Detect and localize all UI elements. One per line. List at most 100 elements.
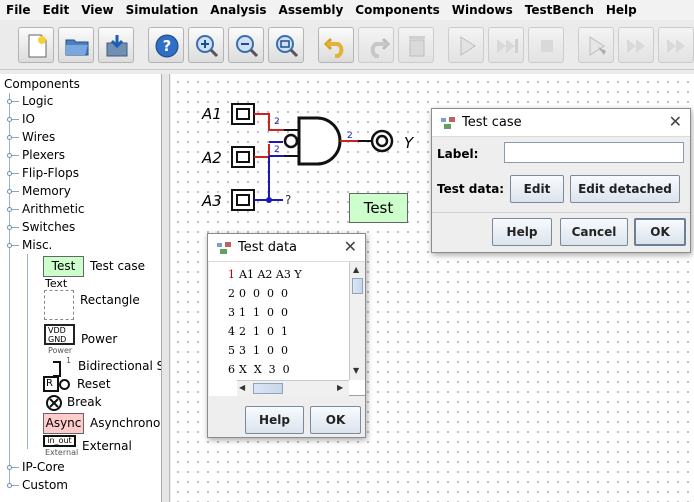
menu-view[interactable]: View (75, 0, 119, 20)
tree-item-rectangle[interactable]: Rectangle (80, 293, 140, 307)
close-icon[interactable]: ✕ (669, 113, 682, 131)
stop-button[interactable] (528, 27, 564, 63)
tree-group-memory[interactable]: Memory (22, 184, 71, 198)
horizontal-scrollbar[interactable]: ◀ ▶ (237, 380, 349, 396)
scroll-right-icon[interactable]: ▶ (337, 383, 343, 392)
ok-button[interactable]: OK (634, 218, 686, 246)
tree-item-break[interactable]: Break (67, 395, 102, 409)
dialog-title-bar[interactable]: Test case ✕ (432, 109, 690, 137)
tree-item-bidirectional-split[interactable]: Bidirectional Sp (78, 359, 161, 373)
tree-connector (7, 153, 19, 158)
tree-group-ip-core[interactable]: IP-Core (22, 460, 65, 474)
tree-group-plexers[interactable]: Plexers (22, 148, 65, 162)
test-case-component-icon[interactable]: Test (43, 256, 84, 277)
test-data-dialog: Test data ✕ 1 2 3 4 5 6 A1 A2 A3 Y 0 0 0… (207, 233, 366, 438)
vertical-scroll-thumb[interactable] (352, 278, 363, 294)
tree-connector (7, 189, 19, 194)
menu-windows[interactable]: Windows (446, 0, 519, 20)
tree-item-test-case[interactable]: Test case (90, 259, 145, 273)
code-line[interactable]: X X 3 0 (239, 363, 290, 376)
cancel-button[interactable]: Cancel (560, 218, 628, 246)
redo-button[interactable] (358, 27, 394, 63)
help-button[interactable]: Help (492, 218, 552, 246)
menu-assembly[interactable]: Assembly (273, 0, 350, 20)
horizontal-scroll-thumb[interactable] (253, 383, 283, 394)
help-button[interactable]: Help (245, 406, 304, 434)
break-icon[interactable] (45, 394, 63, 412)
undo-icon (324, 37, 344, 58)
scroll-up-icon[interactable]: ▲ (353, 265, 359, 274)
ok-button[interactable]: OK (310, 406, 361, 434)
test-data-editor[interactable]: 1 2 3 4 5 6 A1 A2 A3 Y 0 0 0 0 1 1 0 0 2… (209, 262, 365, 396)
scroll-left-icon[interactable]: ◀ (239, 383, 245, 392)
tree-item-asynchronous[interactable]: Asynchronou (90, 416, 161, 430)
zoom-out-button[interactable] (228, 27, 264, 63)
line-number: 1 (228, 268, 235, 281)
tree-connector (7, 465, 19, 470)
code-line[interactable]: 2 1 0 1 (239, 325, 288, 338)
step-forward-button[interactable] (488, 27, 524, 63)
delete-button[interactable] (398, 27, 434, 63)
tree-connector (7, 171, 19, 176)
tree-group-misc[interactable]: Misc. (22, 238, 52, 252)
svg-text:?: ? (163, 37, 172, 55)
menu-edit[interactable]: Edit (37, 0, 76, 20)
run-button[interactable] (448, 27, 484, 63)
tree-item-reset[interactable]: Reset (77, 377, 111, 391)
power-component-icon[interactable]: VDD GND (44, 324, 75, 345)
tree-group-arithmetic[interactable]: Arithmetic (22, 202, 85, 216)
test-run-all-button[interactable] (658, 27, 694, 63)
power-icon-caption: Power (48, 346, 73, 355)
rectangle-component-icon[interactable] (44, 290, 74, 320)
panel-splitter[interactable] (162, 74, 170, 502)
tree-root-components[interactable]: Components (4, 77, 80, 91)
tree-item-power[interactable]: Power (81, 332, 117, 346)
canvas-test-case-component[interactable]: Test (349, 193, 408, 223)
code-line[interactable]: 0 0 0 0 (239, 287, 288, 300)
new-file-button[interactable] (18, 27, 54, 63)
tree-group-logic[interactable]: Logic (22, 94, 53, 108)
tree-group-wires[interactable]: Wires (22, 130, 55, 144)
menu-help[interactable]: Help (600, 0, 643, 20)
code-line[interactable]: 3 1 0 0 (239, 344, 288, 357)
tree-group-flip-flops[interactable]: Flip-Flops (22, 166, 79, 180)
edit-detached-button[interactable]: Edit detached (570, 175, 680, 203)
menu-file[interactable]: File (0, 0, 37, 20)
tree-item-external[interactable]: External (82, 439, 132, 453)
save-button[interactable] (98, 27, 134, 63)
reset-component-icon[interactable]: R (43, 376, 59, 392)
external-icon-caption: External (45, 448, 79, 457)
tree-group-custom[interactable]: Custom (22, 478, 68, 492)
tree-group-io[interactable]: IO (22, 112, 35, 126)
scroll-down-icon[interactable]: ▼ (353, 366, 359, 375)
menu-components[interactable]: Components (349, 0, 446, 20)
zoom-in-button[interactable] (188, 27, 224, 63)
close-icon[interactable]: ✕ (344, 238, 357, 256)
test-run-all-icon (667, 39, 685, 53)
label-field-label: Label: (437, 147, 479, 161)
edit-button[interactable]: Edit (510, 175, 564, 203)
bidirectional-split-icon[interactable] (53, 361, 61, 377)
step-forward-icon (497, 39, 518, 53)
code-line[interactable]: A1 A2 A3 Y (239, 268, 302, 281)
menu-testbench[interactable]: TestBench (519, 0, 600, 20)
unknown-width-mark: ? (285, 193, 292, 207)
code-line[interactable]: 1 1 0 0 (239, 306, 288, 319)
vertical-scrollbar[interactable]: ▲ ▼ (349, 262, 365, 380)
open-button[interactable] (58, 27, 94, 63)
power-icon-gnd: GND (48, 335, 67, 344)
help-button[interactable]: ? (148, 27, 184, 63)
dialog-title-bar[interactable]: Test data ✕ (208, 234, 365, 262)
async-component-icon[interactable]: Async (43, 413, 84, 434)
label-input[interactable] (504, 142, 684, 163)
bus-width-label-1: 2 (274, 117, 280, 127)
undo-button[interactable] (318, 27, 354, 63)
test-step-button[interactable] (618, 27, 654, 63)
zoom-fit-button[interactable] (268, 27, 304, 63)
tree-group-switches[interactable]: Switches (22, 220, 75, 234)
run-tests-button[interactable] (578, 27, 614, 63)
menu-analysis[interactable]: Analysis (204, 0, 272, 20)
external-component-icon[interactable]: in_out (43, 435, 76, 447)
help-icon: ? (155, 34, 179, 58)
menu-simulation[interactable]: Simulation (120, 0, 205, 20)
